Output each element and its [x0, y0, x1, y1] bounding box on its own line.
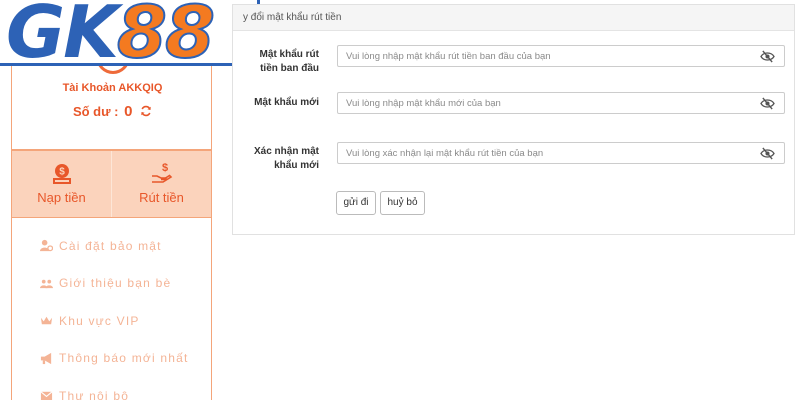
balance-label: Số dư : — [72, 104, 119, 119]
cancel-button[interactable]: huỷ bỏ — [380, 191, 425, 215]
field-label-line: Mật khẩu mới — [254, 97, 319, 108]
eye-slash-icon[interactable] — [760, 97, 775, 110]
sidebar-menu: Cài đặt bảo mật Giới thiệu bạn bè Khu vự… — [11, 218, 212, 400]
field-label-line: tiền ban đầu — [260, 63, 319, 74]
balance-value: 0 — [124, 103, 133, 120]
field-label: Mật khẩu mới — [233, 96, 319, 110]
withdraw-button[interactable]: $ Rút tiền — [111, 151, 211, 217]
users-icon — [40, 279, 53, 288]
sidebar-item-notifications[interactable]: Thông báo mới nhất — [12, 340, 211, 378]
page: Tài Khoản AKKQIQ Số dư : 0 $ Nạp tiền $ … — [0, 0, 800, 400]
sidebar-item-security[interactable]: Cài đặt bảo mật — [12, 227, 211, 265]
sidebar-item-label: Giới thiệu bạn bè — [59, 276, 172, 291]
sidebar-item-label: Thư nội bộ — [59, 388, 130, 400]
sidebar-item-label: Khu vực VIP — [59, 313, 140, 328]
logo-gk: GK — [6, 0, 119, 66]
withdraw-icon: $ — [151, 162, 172, 183]
user-gear-icon — [40, 240, 53, 252]
deposit-icon: $ — [52, 164, 71, 184]
refresh-icon[interactable] — [140, 105, 152, 117]
envelope-icon — [40, 391, 53, 400]
confirm-password-input[interactable] — [338, 143, 748, 164]
svg-text:$: $ — [161, 162, 167, 174]
brand-logo[interactable]: GK88 — [0, 0, 260, 66]
balance: Số dư : 0 — [12, 103, 213, 120]
eye-slash-icon[interactable] — [760, 50, 775, 63]
panel-title: y đổi mật khẩu rút tiền — [233, 5, 794, 31]
deposit-button[interactable]: $ Nạp tiền — [12, 151, 111, 217]
change-password-panel: y đổi mật khẩu rút tiền Mật khẩu rút tiề… — [232, 4, 795, 235]
svg-text:$: $ — [59, 167, 65, 178]
deposit-label: Nạp tiền — [37, 190, 86, 205]
eye-slash-icon[interactable] — [760, 147, 775, 160]
field-label: Mật khẩu rút tiền ban đầu — [233, 48, 319, 76]
crown-icon — [40, 317, 53, 325]
field-label-line: khẩu mới — [274, 160, 319, 171]
field-label: Xác nhận mật khẩu mới — [233, 145, 319, 173]
sidebar-item-label: Cài đặt bảo mật — [59, 238, 162, 253]
action-row: $ Nạp tiền $ Rút tiền — [11, 150, 212, 218]
withdraw-label: Rút tiền — [139, 190, 184, 205]
logo-wordmark: GK88 — [6, 0, 216, 66]
field-label-line: Mật khẩu rút — [259, 49, 319, 60]
logo-88: 88 — [116, 0, 216, 66]
old-password-field[interactable] — [337, 45, 785, 67]
field-label-line: Xác nhận mật — [253, 146, 319, 157]
account-name: Tài Khoản AKKQIQ — [62, 82, 163, 94]
old-password-input[interactable] — [338, 46, 748, 67]
sidebar-item-referral[interactable]: Giới thiệu bạn bè — [12, 265, 211, 303]
megaphone-icon — [40, 352, 52, 364]
sidebar-item-vip[interactable]: Khu vực VIP — [12, 302, 211, 340]
submit-button[interactable]: gửi đi — [336, 191, 376, 215]
sidebar-item-inbox[interactable]: Thư nội bộ — [12, 377, 211, 400]
new-password-input[interactable] — [338, 93, 748, 114]
sidebar-item-label: Thông báo mới nhất — [59, 351, 189, 366]
new-password-field[interactable] — [337, 92, 785, 114]
confirm-password-field[interactable] — [337, 142, 785, 164]
